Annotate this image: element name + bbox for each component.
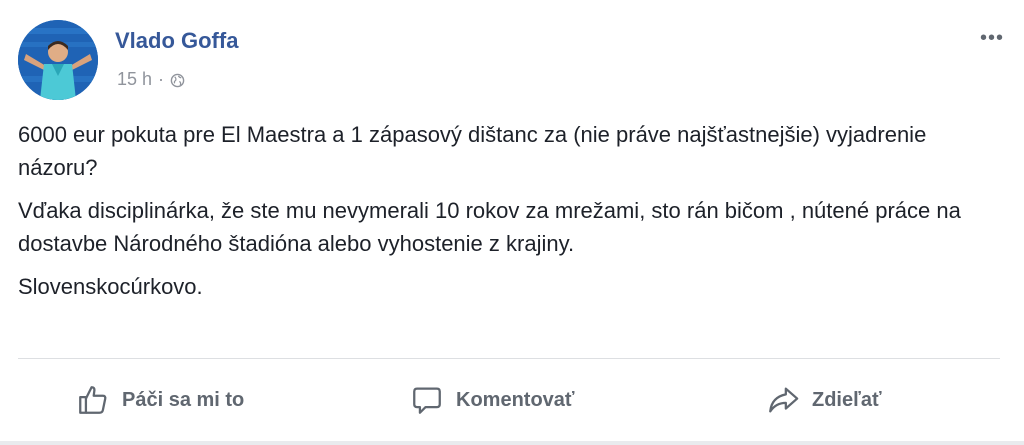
thumbs-up-icon: [76, 383, 110, 417]
share-button[interactable]: Zdieľať: [766, 374, 882, 426]
post-meta: 15 h ·: [117, 69, 185, 90]
share-arrow-icon: [766, 383, 800, 417]
meta-separator: ·: [158, 69, 165, 89]
author-avatar[interactable]: [18, 20, 98, 100]
globe-icon[interactable]: [170, 72, 185, 88]
like-button[interactable]: Páči sa mi to: [76, 374, 244, 426]
like-label: Páči sa mi to: [122, 388, 245, 411]
share-label: Zdieľať: [812, 388, 882, 411]
comment-button[interactable]: Komentovať: [410, 374, 575, 426]
avatar-image: [18, 20, 98, 100]
post-paragraph: 6000 eur pokuta pre El Maestra a 1 zápas…: [18, 122, 927, 180]
more-options-icon[interactable]: •••: [976, 27, 1008, 49]
comment-bubble-icon: [410, 383, 444, 417]
comment-label: Komentovať: [456, 388, 575, 411]
post-timestamp[interactable]: 15 h: [117, 69, 152, 90]
post-content: 6000 eur pokuta pre El Maestra a 1 zápas…: [18, 118, 1008, 313]
facebook-post: Vlado Goffa 15 h · ••• 6000 eur pokuta p…: [0, 0, 1024, 445]
author-name[interactable]: Vlado Goffa: [115, 28, 238, 54]
post-paragraph: Vďaka disciplinárka, že ste mu nevymeral…: [18, 198, 961, 256]
post-paragraph: Slovenskocúrkovo.: [18, 274, 203, 299]
post-bottom-border: [0, 441, 1024, 445]
post-actions-bar: Páči sa mi to Komentovať Zdieľať: [0, 374, 1024, 426]
action-divider: [18, 358, 1000, 359]
